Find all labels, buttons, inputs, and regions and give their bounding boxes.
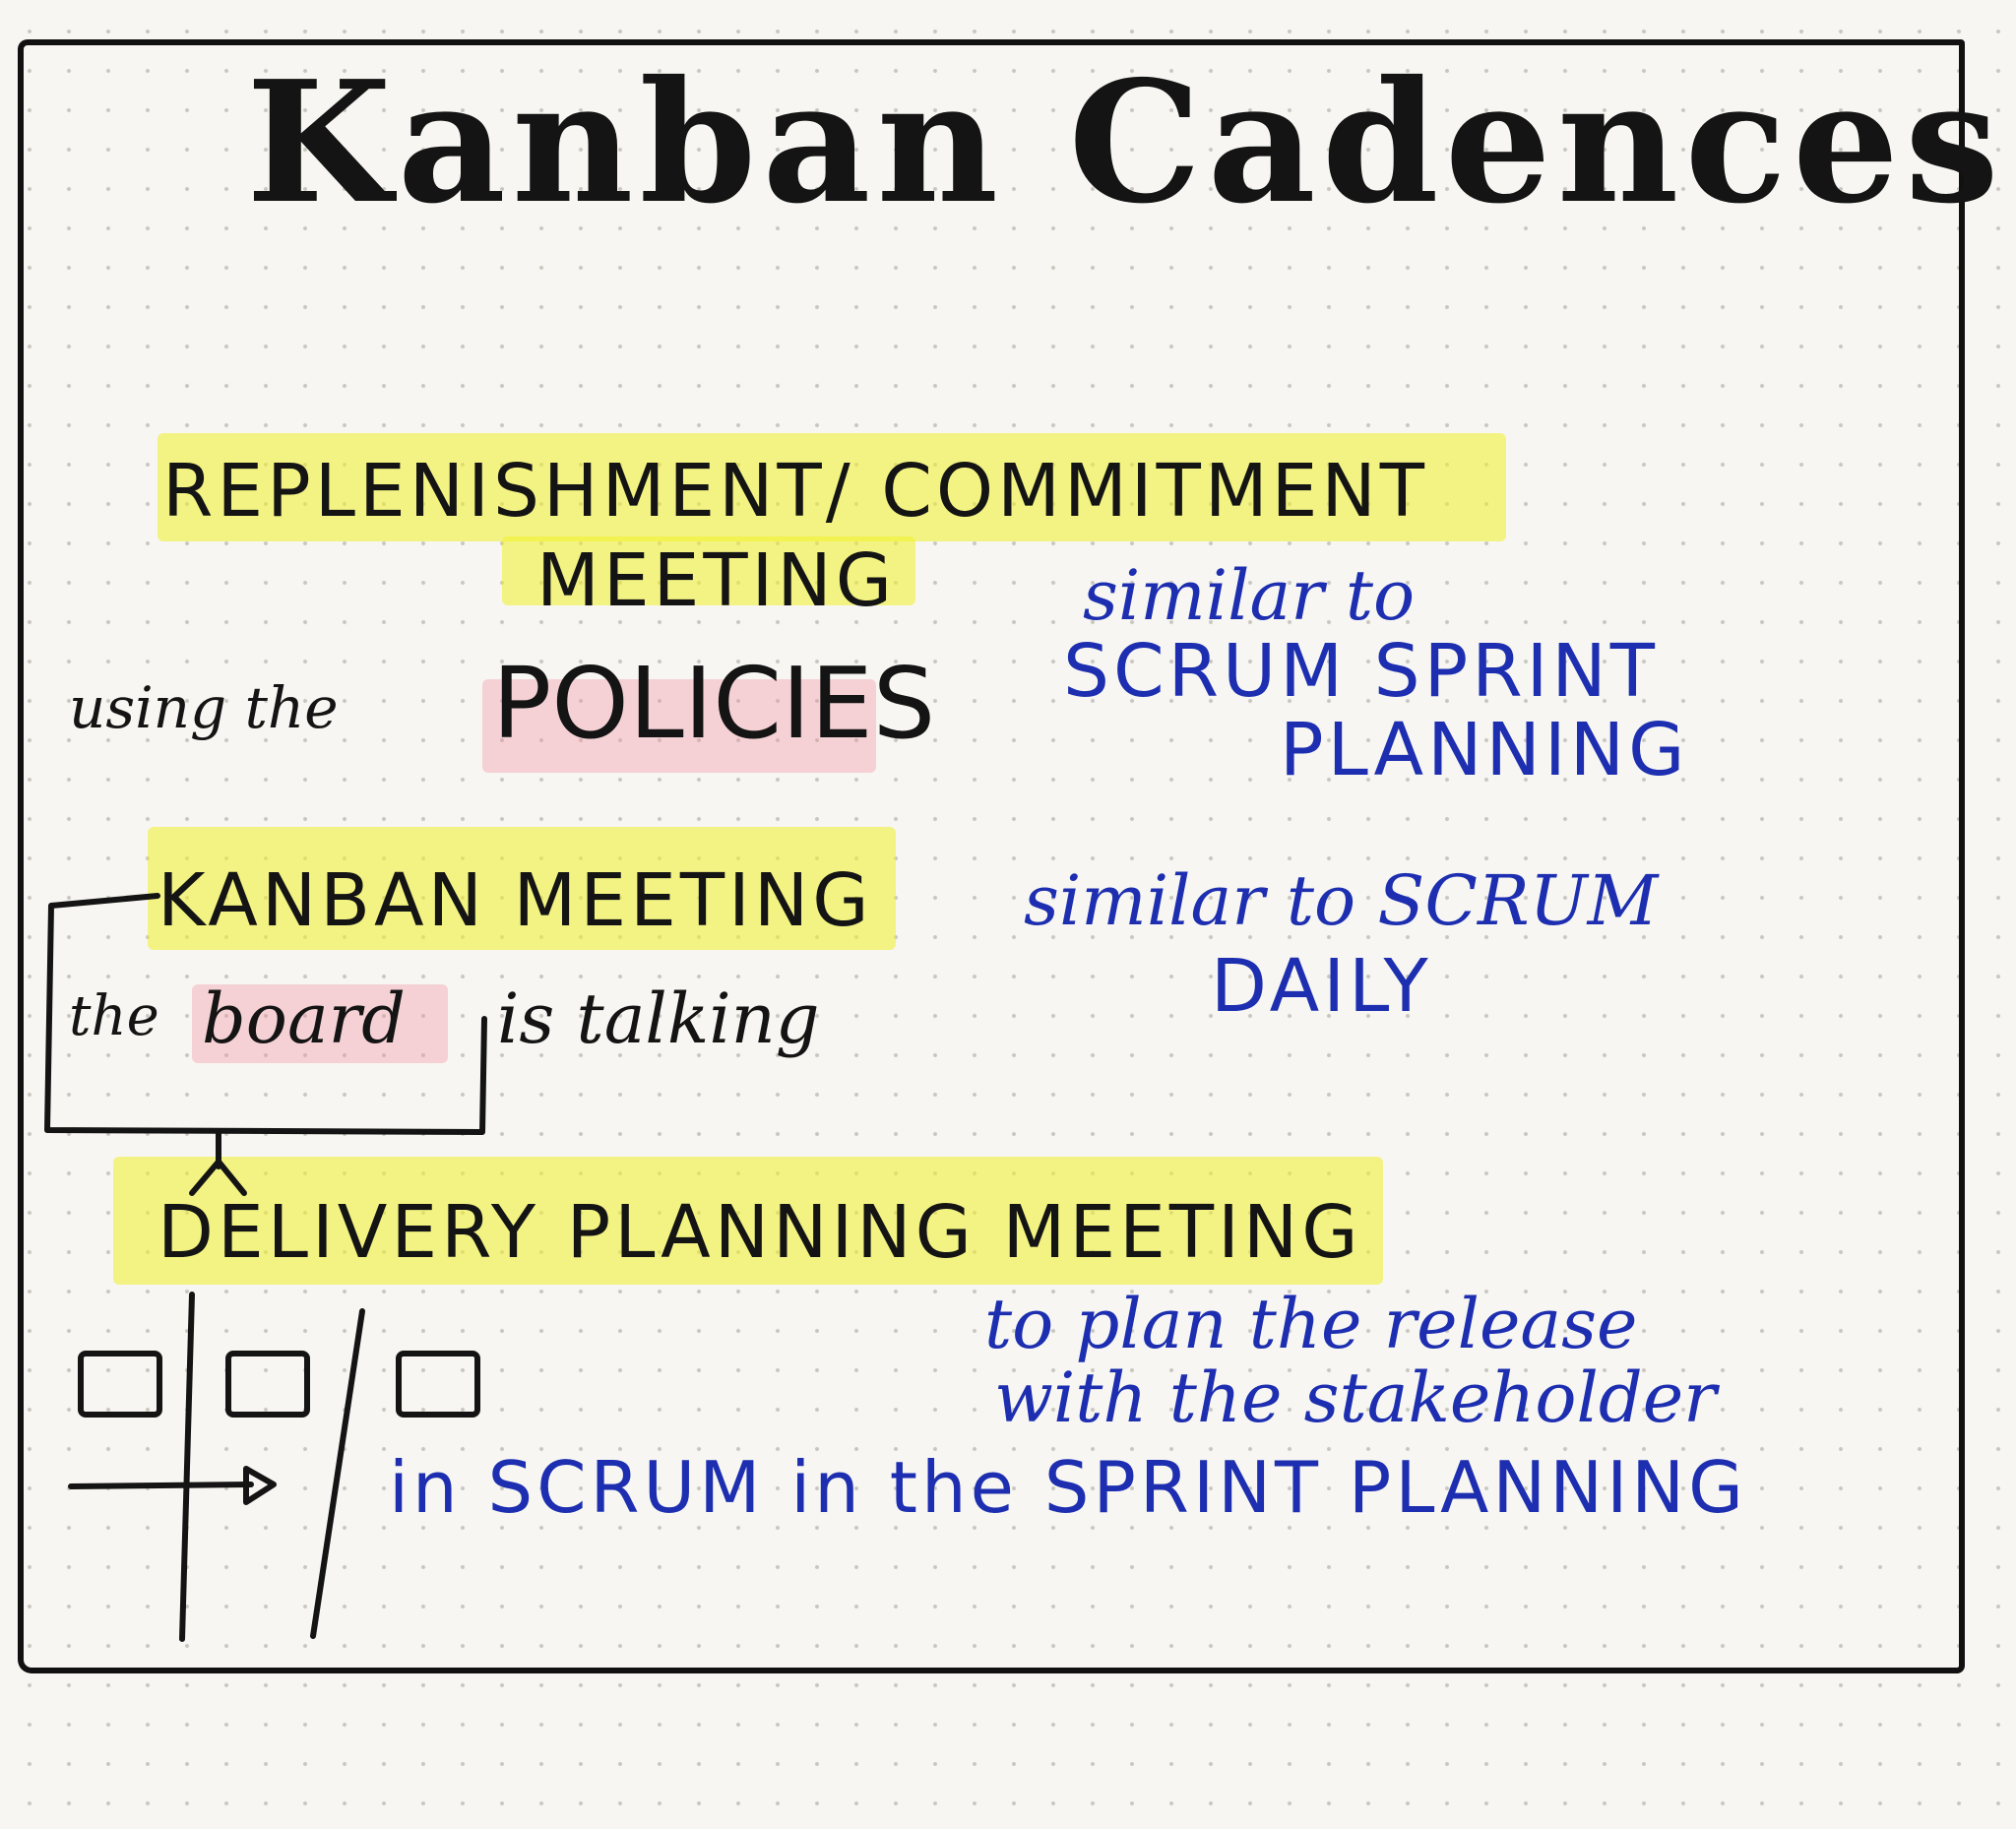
board-sketch <box>44 893 487 1196</box>
board-column-divider-2 <box>310 1308 365 1639</box>
work-card-3 <box>396 1351 480 1418</box>
mini-board-sketch <box>68 1292 480 1642</box>
board-arrow-up <box>189 1129 247 1196</box>
work-card-2 <box>225 1351 310 1418</box>
board-bracket <box>44 893 487 1135</box>
board-column-divider-1 <box>179 1292 195 1642</box>
sketch-overlay <box>44 893 487 1642</box>
flow-arrow <box>68 1482 254 1489</box>
work-card-1 <box>78 1351 162 1418</box>
